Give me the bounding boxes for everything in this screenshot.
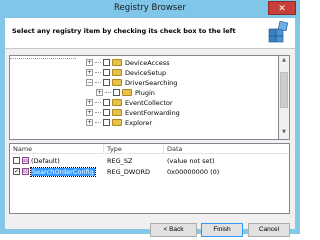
checkbox[interactable]: [103, 79, 110, 86]
scroll-down-arrow-icon[interactable]: ▼: [280, 129, 288, 138]
back-button[interactable]: < Back: [150, 223, 197, 237]
collapse-icon[interactable]: −: [86, 79, 93, 86]
registry-browser-window: Registry Browser ✕ Select any registry i…: [0, 0, 300, 237]
registry-editor-icon: [268, 21, 289, 43]
column-header-type[interactable]: Type: [107, 145, 122, 153]
value-name: (Default): [31, 157, 60, 165]
expand-icon[interactable]: +: [86, 109, 93, 116]
tree-item-label: DriverSearching: [125, 78, 178, 87]
folder-open-icon: [112, 79, 122, 86]
tree-item-label: DeviceAccess: [125, 58, 170, 67]
tree-row-clipped: [10, 56, 76, 63]
list-row-searchorderconfig[interactable]: ✓ 01 SearchOrderConfig REG_DWORD 0x00000…: [10, 167, 289, 177]
string-value-icon: ab: [22, 157, 29, 164]
registry-values-list[interactable]: Name Type Data ab (Default) REG_SZ (valu…: [9, 143, 290, 214]
expand-icon[interactable]: +: [86, 69, 93, 76]
window-title: Registry Browser: [114, 3, 186, 13]
dialog-client: Select any registry item by checking its…: [5, 18, 295, 237]
tree-item-label: DeviceSetup: [125, 68, 167, 77]
tree-item-driversearching[interactable]: − DriverSearching: [86, 78, 177, 87]
scrollbar-thumb[interactable]: [280, 72, 288, 108]
column-header-data[interactable]: Data: [167, 145, 183, 153]
checkbox[interactable]: [113, 89, 120, 96]
instruction-text: Select any registry item by checking its…: [12, 27, 236, 35]
finish-button[interactable]: Finish: [201, 223, 243, 237]
expand-icon[interactable]: +: [86, 99, 93, 106]
tree-item-eventforwarding[interactable]: + EventForwarding: [86, 108, 180, 117]
list-row-default[interactable]: ab (Default) REG_SZ (value not set): [10, 156, 289, 166]
binary-value-icon: 01: [22, 168, 29, 175]
cancel-button[interactable]: Cancel: [248, 223, 290, 237]
expand-icon[interactable]: +: [86, 119, 93, 126]
tree-item-plugin[interactable]: + Plugin: [96, 88, 155, 97]
value-type: REG_SZ: [107, 157, 133, 165]
tree-item-label: EventCollector: [125, 98, 173, 107]
tree-item-explorer[interactable]: + Explorer: [86, 118, 152, 127]
checkbox[interactable]: [103, 109, 110, 116]
header-band: Select any registry item by checking its…: [5, 18, 295, 49]
column-header-name[interactable]: Name: [13, 145, 32, 153]
tree-item-deviceaccess[interactable]: + DeviceAccess: [86, 58, 169, 67]
folder-icon: [112, 109, 122, 116]
value-data: (value not set): [167, 157, 215, 165]
checkbox[interactable]: [103, 99, 110, 106]
folder-icon: [112, 99, 122, 106]
tree-item-eventcollector[interactable]: + EventCollector: [86, 98, 173, 107]
value-name: SearchOrderConfig: [30, 167, 96, 177]
expand-icon[interactable]: +: [96, 89, 103, 96]
checkbox[interactable]: [103, 59, 110, 66]
tree-item-devicesetup[interactable]: + DeviceSetup: [86, 68, 166, 77]
folder-icon: [112, 69, 122, 76]
expand-icon[interactable]: +: [86, 59, 93, 66]
tree-vertical-scrollbar[interactable]: ▲ ▼: [279, 55, 290, 140]
row-checkbox[interactable]: [13, 157, 20, 164]
title-bar[interactable]: Registry Browser ✕: [0, 0, 300, 18]
value-type: REG_DWORD: [107, 168, 150, 176]
folder-icon: [112, 119, 122, 126]
value-data: 0x00000000 (0): [167, 168, 220, 176]
registry-tree[interactable]: + DeviceAccess + DeviceSetup − DriverSea…: [9, 55, 279, 140]
selected-value-name: SearchOrderConfig: [30, 167, 96, 177]
tree-item-label: Plugin: [135, 88, 155, 97]
checkbox[interactable]: [103, 69, 110, 76]
folder-icon: [122, 89, 132, 96]
checkbox[interactable]: [103, 119, 110, 126]
row-checkbox-checked[interactable]: ✓: [13, 168, 20, 175]
tree-item-label: Explorer: [125, 118, 153, 127]
folder-icon: [112, 59, 122, 66]
scroll-up-arrow-icon[interactable]: ▲: [280, 57, 288, 66]
list-header: Name Type Data: [10, 144, 289, 154]
tree-item-label: EventForwarding: [125, 108, 180, 117]
close-button[interactable]: ✕: [268, 1, 296, 15]
